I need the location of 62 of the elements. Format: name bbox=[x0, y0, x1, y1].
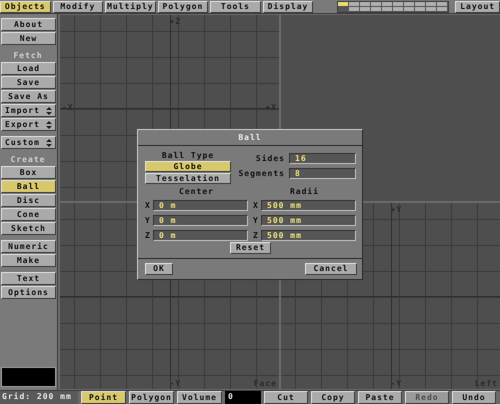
tool-button[interactable]: Save bbox=[1, 76, 56, 89]
dropdown-button[interactable]: Export bbox=[1, 118, 56, 131]
menu-tab[interactable]: Tools bbox=[210, 1, 261, 13]
menu-tab[interactable]: Objects bbox=[0, 1, 51, 13]
tool-button[interactable]: Save As bbox=[1, 90, 56, 103]
edit-button[interactable]: Copy bbox=[311, 391, 355, 404]
tool-button[interactable]: Make bbox=[1, 254, 56, 267]
ok-button[interactable]: OK bbox=[145, 263, 173, 275]
menu-tab[interactable]: Polygon bbox=[158, 1, 208, 13]
edit-button[interactable]: Cut bbox=[264, 391, 308, 404]
tool-button[interactable]: Options bbox=[1, 286, 56, 299]
edit-button[interactable]: Paste bbox=[358, 391, 402, 404]
edit-button[interactable]: Undo bbox=[452, 391, 496, 404]
axis-letter: Z bbox=[253, 231, 259, 240]
tool-button[interactable]: Cone bbox=[1, 208, 56, 221]
value-field[interactable]: 0 m bbox=[153, 230, 248, 241]
group-heading: Center bbox=[178, 187, 215, 196]
tool-button[interactable]: About bbox=[1, 18, 56, 31]
dropdown-button[interactable]: Custom bbox=[1, 136, 56, 149]
grid-readout: Grid: 200 mm bbox=[0, 391, 78, 404]
layer-selector[interactable] bbox=[337, 1, 450, 13]
reset-button[interactable]: Reset bbox=[230, 242, 272, 254]
cancel-button[interactable]: Cancel bbox=[305, 263, 357, 275]
tool-button[interactable]: Ball bbox=[1, 180, 56, 193]
tool-button[interactable]: Disc bbox=[1, 194, 56, 207]
value-field[interactable]: 500 mm bbox=[261, 200, 356, 211]
axis-letter: X bbox=[145, 201, 151, 210]
group-heading: Ball Type bbox=[160, 151, 216, 160]
up-down-arrows-icon bbox=[46, 138, 52, 146]
axis-letter: Y bbox=[145, 216, 151, 225]
menu-tab[interactable]: Modify bbox=[52, 1, 104, 13]
menu-tab[interactable]: Display bbox=[262, 1, 314, 13]
value-field[interactable]: 0 m bbox=[153, 200, 248, 211]
dropdown-button[interactable]: Import bbox=[1, 104, 56, 117]
value-field[interactable]: 500 mm bbox=[261, 230, 356, 241]
up-down-arrows-icon bbox=[46, 106, 52, 114]
mode-toggle[interactable]: Point bbox=[81, 391, 126, 404]
tool-button[interactable]: Sketch bbox=[1, 222, 56, 235]
group-heading: Radii bbox=[288, 187, 320, 196]
tool-button[interactable]: Box bbox=[1, 166, 56, 179]
number-field[interactable]: 16 bbox=[289, 153, 356, 164]
option-button[interactable]: Globe bbox=[145, 161, 231, 172]
number-field[interactable]: 8 bbox=[289, 168, 356, 179]
option-button[interactable]: Tesselation bbox=[145, 173, 231, 184]
mode-toggle[interactable]: Polygon bbox=[129, 391, 174, 404]
preview-box bbox=[1, 367, 56, 387]
axis-letter: Z bbox=[145, 231, 151, 240]
number-field[interactable]: 0 bbox=[225, 391, 261, 404]
axis-letter: X bbox=[253, 201, 259, 210]
value-field[interactable]: 500 mm bbox=[261, 215, 356, 226]
value-field[interactable]: 0 m bbox=[153, 215, 248, 226]
tool-button[interactable]: New bbox=[1, 32, 56, 45]
up-down-arrows-icon bbox=[46, 120, 52, 128]
axis-letter: Y bbox=[253, 216, 259, 225]
layout-button[interactable]: Layout bbox=[455, 1, 500, 13]
tool-button[interactable]: Numeric bbox=[1, 240, 56, 253]
menu-tab[interactable]: Multiply bbox=[105, 1, 156, 13]
section-heading: Create bbox=[10, 154, 46, 165]
tool-button[interactable]: Load bbox=[1, 62, 56, 75]
tool-button[interactable]: Text bbox=[1, 272, 56, 285]
section-heading: Fetch bbox=[12, 50, 44, 61]
mode-toggle[interactable]: Volume bbox=[177, 391, 222, 404]
